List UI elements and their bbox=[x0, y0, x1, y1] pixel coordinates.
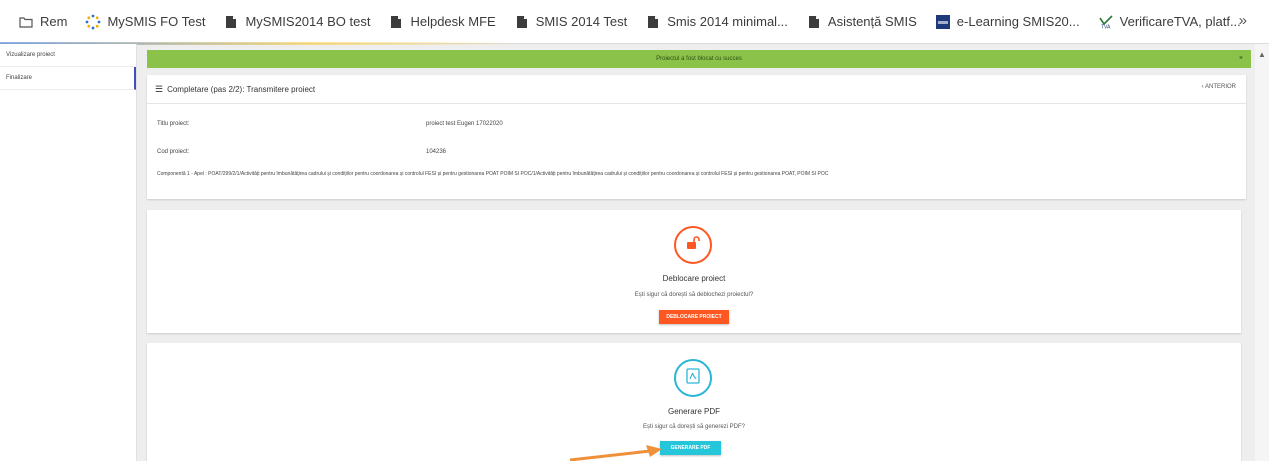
generate-pdf-button[interactable]: GENERARE PDF bbox=[660, 441, 721, 455]
doc-icon bbox=[806, 14, 822, 30]
bookmark-label: VerificareTVA, platf... bbox=[1119, 14, 1241, 29]
bookmark-label: SMIS 2014 Test bbox=[535, 14, 628, 29]
bookmark-mysmis2014-bo-test[interactable]: MySMIS2014 BO test bbox=[223, 14, 370, 30]
bookmark-verificare-tva[interactable]: TVA VerificareTVA, platf... bbox=[1098, 14, 1241, 30]
scrollbar[interactable]: ▲ bbox=[1255, 44, 1269, 461]
bookmark-rem[interactable]: Rem bbox=[18, 14, 67, 30]
titlu-label: Titlu proiect: bbox=[157, 121, 190, 127]
unlock-project-button[interactable]: DEBLOCARE PROIECT bbox=[659, 310, 729, 324]
bookmark-label: Rem bbox=[40, 14, 68, 29]
bookmark-helpdesk-mfe[interactable]: Helpdesk MFE bbox=[388, 14, 496, 30]
cod-label: Cod proiect: bbox=[157, 149, 190, 155]
unlock-icon-circle bbox=[674, 226, 712, 264]
unlock-project-card: Deblocare proiect Ești sigur că dorești … bbox=[147, 210, 1241, 333]
list-icon: ☰ bbox=[155, 83, 164, 94]
sidebar-item-finalizare[interactable]: Finalizare bbox=[0, 67, 136, 90]
pdf-title: Generare PDF bbox=[667, 407, 721, 416]
sidebar-item-label: Vizualizare proiect bbox=[6, 52, 55, 58]
doc-icon bbox=[388, 14, 404, 30]
bookmark-label: Smis 2014 minimal... bbox=[667, 14, 788, 29]
bookmarks-bar: Rem MySMIS FO Test MySMIS2014 BO test He… bbox=[0, 0, 1269, 44]
doc-icon bbox=[514, 14, 530, 30]
elearning-icon bbox=[935, 14, 951, 30]
folder-icon bbox=[18, 14, 34, 30]
bookmark-e-learning[interactable]: e-Learning SMIS20... bbox=[935, 14, 1080, 30]
titlu-value: proiect test Eugen 17022020 bbox=[426, 121, 503, 127]
sidebar: Vizualizare proiect Finalizare bbox=[0, 44, 137, 461]
success-message: Proiectul a fost blocat cu succes bbox=[656, 56, 742, 62]
success-alert: Proiectul a fost blocat cu succes × bbox=[147, 50, 1251, 68]
project-info-card: ☰ Completare (pas 2/2): Transmitere proi… bbox=[147, 75, 1246, 199]
more-bookmarks-chevron-icon[interactable]: » bbox=[1239, 12, 1247, 29]
tva-icon: TVA bbox=[1098, 14, 1114, 30]
bookmark-label: e-Learning SMIS20... bbox=[956, 14, 1080, 29]
card-title: Completare (pas 2/2): Transmitere proiec… bbox=[167, 84, 316, 94]
doc-icon bbox=[223, 14, 239, 30]
doc-icon bbox=[645, 14, 661, 30]
sidebar-item-label: Finalizare bbox=[6, 75, 33, 81]
svg-text:TVA: TVA bbox=[1101, 24, 1111, 29]
cod-value: 104236 bbox=[426, 149, 447, 155]
bookmark-smis-2014-minimal[interactable]: Smis 2014 minimal... bbox=[645, 14, 788, 30]
unlock-icon bbox=[686, 235, 700, 255]
bookmark-smis-2014-test[interactable]: SMIS 2014 Test bbox=[514, 14, 628, 30]
close-icon[interactable]: × bbox=[1239, 50, 1243, 68]
sidebar-item-vizualizare-proiect[interactable]: Vizualizare proiect bbox=[0, 44, 136, 67]
bookmark-label: MySMIS FO Test bbox=[107, 14, 206, 29]
generate-pdf-card: Generare PDF Ești sigur că dorești să ge… bbox=[147, 343, 1241, 461]
bookmark-label: Asistență SMIS bbox=[827, 14, 917, 29]
back-button[interactable]: ‹ ANTERIOR bbox=[1202, 84, 1236, 90]
pdf-icon-circle bbox=[674, 359, 712, 397]
spinner-icon bbox=[85, 14, 101, 30]
unlock-title: Deblocare proiect bbox=[662, 274, 726, 283]
scroll-up-arrow-icon[interactable]: ▲ bbox=[1258, 50, 1266, 59]
unlock-question: Ești sigur că dorești să deblochezi proi… bbox=[634, 292, 754, 298]
componenta-text: Componentă 1 - Apel : POAT/299/2/1/Activ… bbox=[157, 171, 829, 177]
pdf-icon bbox=[686, 367, 700, 389]
bookmark-label: MySMIS2014 BO test bbox=[245, 14, 371, 29]
card-header: ☰ Completare (pas 2/2): Transmitere proi… bbox=[147, 75, 1246, 104]
bookmark-label: Helpdesk MFE bbox=[410, 14, 496, 29]
pointer-arrow-icon bbox=[569, 445, 662, 461]
bookmark-asistenta-smis[interactable]: Asistență SMIS bbox=[806, 14, 917, 30]
bookmark-mysmis-fo-test[interactable]: MySMIS FO Test bbox=[85, 14, 205, 30]
pdf-question: Ești sigur că dorești să generezi PDF? bbox=[642, 424, 746, 430]
